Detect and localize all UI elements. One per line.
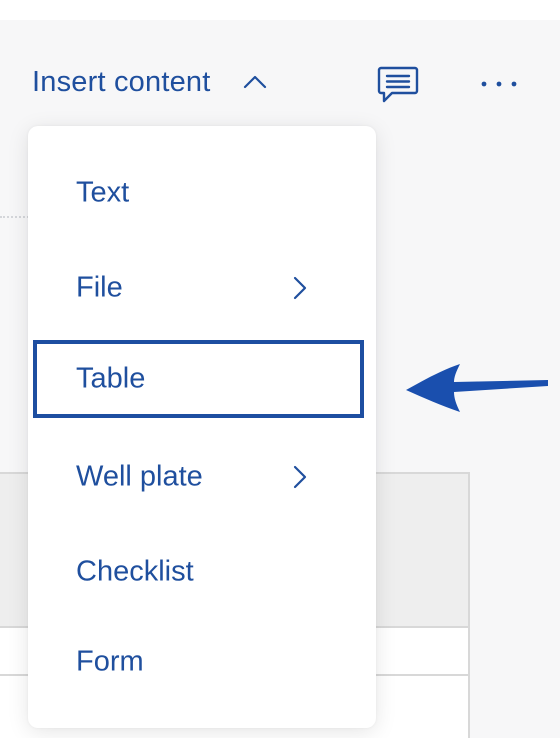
more-horizontal-icon[interactable] (478, 74, 522, 94)
insert-content-menu: Text File Table Well plate Checklist For… (28, 126, 376, 728)
menu-item-label: Text (76, 176, 130, 209)
menu-item-label: Form (76, 645, 144, 678)
menu-item-file[interactable]: File (28, 248, 376, 328)
insert-content-label: Insert content (32, 65, 211, 98)
chevron-right-icon (293, 276, 307, 300)
menu-item-label: Checklist (76, 555, 194, 588)
menu-item-label: File (76, 271, 123, 304)
top-strip (0, 0, 560, 20)
menu-item-checklist[interactable]: Checklist (28, 532, 376, 612)
menu-item-label: Table (76, 362, 146, 395)
comment-icon[interactable] (376, 64, 420, 104)
menu-item-label: Well plate (76, 460, 203, 493)
insert-content-button[interactable]: Insert content (32, 60, 269, 104)
menu-item-text[interactable]: Text (28, 153, 376, 233)
menu-item-table[interactable]: Table (33, 340, 364, 418)
chevron-up-icon (243, 75, 266, 89)
menu-item-form[interactable]: Form (28, 622, 376, 702)
menu-item-well-plate[interactable]: Well plate (28, 437, 376, 517)
annotation-arrow-icon (406, 364, 548, 412)
chevron-right-icon (293, 465, 307, 489)
